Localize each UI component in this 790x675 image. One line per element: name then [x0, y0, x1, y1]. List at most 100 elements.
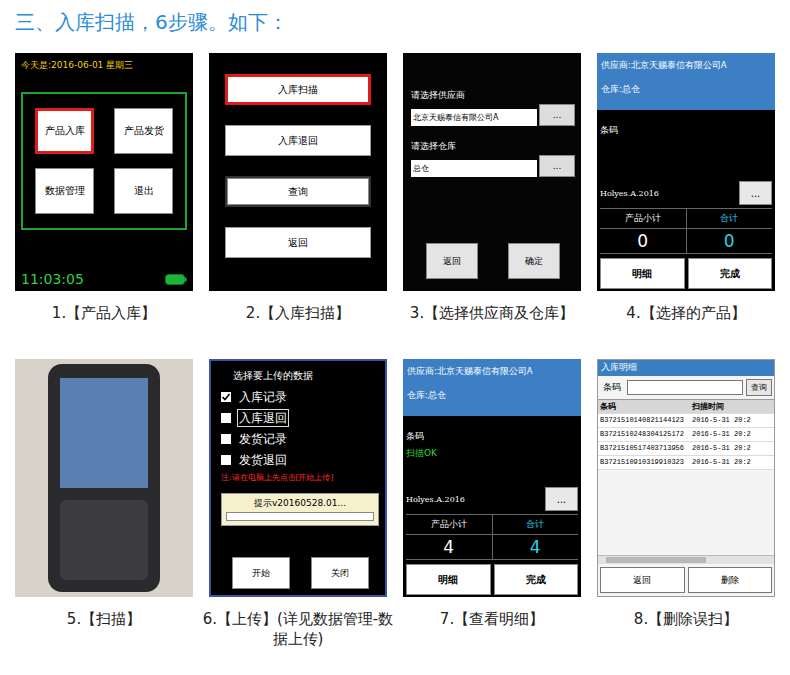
browse-button[interactable]: ... — [539, 155, 575, 177]
checkbox[interactable] — [221, 434, 231, 444]
progress-label: 提示v20160528.01... — [226, 497, 374, 510]
action-button[interactable]: 关闭 — [311, 557, 369, 589]
menu-button[interactable]: 数据管理 — [35, 168, 94, 214]
scan-screen: 供应商:北京天赐泰信有限公司A 仓库:总仓 条码 Holyes.A.2016 .… — [597, 53, 775, 291]
progress-dialog: 提示v20160528.01... — [221, 493, 379, 526]
checkbox[interactable] — [221, 455, 231, 465]
menu-button[interactable]: 退出 — [114, 168, 173, 214]
field: 请选择仓库 总仓 ... — [411, 140, 575, 177]
option[interactable]: 入库记录 — [221, 388, 379, 406]
action-button[interactable]: 返回 — [600, 567, 685, 593]
field-input[interactable]: 总仓 — [411, 160, 537, 177]
step: 供应商:北京天赐泰信有限公司A 仓库:总仓 条码 Holyes.A.2016 .… — [597, 53, 775, 359]
table-row[interactable]: B37215109103199103232016-5-31 20:2 — [598, 456, 774, 470]
field: 请选择供应商 北京天赐泰信有限公司A ... — [411, 89, 575, 126]
button-row: 明细完成 — [600, 258, 772, 289]
action-button[interactable]: 明细 — [600, 258, 685, 289]
search-button[interactable]: 查询 — [746, 379, 772, 396]
step-caption: 7.【查看明细】 — [395, 597, 589, 665]
step: 选择要上传的数据 入库记录 入库退回 发货记录 发货退回 注:请在电脑上先点击[… — [209, 359, 387, 665]
scan-header: 供应商:北京天赐泰信有限公司A 仓库:总仓 — [597, 53, 775, 110]
device-photo — [15, 359, 193, 597]
action-button[interactable]: 返回 — [426, 243, 478, 279]
step: 供应商:北京天赐泰信有限公司A 仓库:总仓 条码 扫描OK Holyes.A.2… — [403, 359, 581, 665]
menu-button[interactable]: 查询 — [225, 176, 371, 207]
menu-screen: 入库扫描入库退回查询返回 — [209, 53, 387, 291]
step-caption: 2.【入库扫描】 — [201, 291, 395, 359]
scan-status: 扫描OK — [406, 447, 578, 460]
option[interactable]: 发货记录 — [221, 430, 379, 448]
option-label: 入库记录 — [237, 388, 289, 406]
scan-body: 条码 Holyes.A.2016 ... 产品小计 0合计 0 明细完成 — [597, 110, 775, 291]
step: 入库扫描入库退回查询返回 2.【入库扫描】 — [209, 53, 387, 359]
table-row[interactable]: B37215102483041251722016-5-31 20:2 — [598, 428, 774, 442]
totals-header: 合计 — [493, 515, 579, 535]
table-cell: 2016-5-31 20:2 — [690, 428, 774, 441]
home-screen: 今天是:2016-06-01 星期三 产品入库产品发货数据管理退出 11:03:… — [15, 53, 193, 291]
action-button[interactable]: 完成 — [688, 258, 773, 289]
totals-column: 合计 4 — [492, 515, 579, 559]
table-row[interactable]: B37215101408211441232016-5-31 20:2 — [598, 414, 774, 428]
warehouse-label: 仓库:总仓 — [601, 84, 771, 96]
option-label: 发货退回 — [237, 451, 289, 469]
upload-heading: 选择要上传的数据 — [233, 369, 379, 383]
detail-screen: 入库明细 条码 查询 条码扫描时间 B372151014082114412320… — [597, 359, 775, 597]
search-input[interactable] — [627, 380, 743, 395]
scanner-device — [48, 364, 160, 592]
table-cell: 2016-5-31 20:2 — [690, 456, 774, 469]
step-caption: 6.【上传】(详见数据管理-数据上传) — [201, 597, 395, 665]
select-screen: 请选择供应商 北京天赐泰信有限公司A ...请选择仓库 总仓 ... 返回确定 — [403, 53, 581, 291]
product-button[interactable]: ... — [545, 487, 578, 511]
column-header: 条码 — [598, 400, 690, 413]
action-button[interactable]: 开始 — [232, 557, 290, 589]
action-button[interactable]: 删除 — [688, 567, 773, 593]
table-cell: 2016-5-31 20:2 — [690, 414, 774, 427]
menu-button[interactable]: 产品发货 — [114, 108, 173, 154]
menu-button[interactable]: 返回 — [225, 227, 371, 258]
action-button[interactable]: 明细 — [406, 564, 491, 595]
totals-column: 产品小计 0 — [600, 209, 686, 253]
product-button[interactable]: ... — [739, 181, 772, 205]
table-cell: B3721510910319910323 — [598, 456, 690, 469]
scroll-thumb[interactable] — [606, 557, 706, 563]
product-name: Holyes.A.2016 — [406, 495, 465, 504]
status-bar: 11:03:05 — [21, 271, 187, 287]
totals-header: 产品小计 — [406, 515, 492, 535]
field-row: 总仓 ... — [411, 155, 575, 177]
detail-table: 条码扫描时间 B37215101408211441232016-5-31 20:… — [598, 399, 774, 470]
table-row[interactable]: B37215105174037139562016-5-31 20:2 — [598, 442, 774, 456]
product-row: Holyes.A.2016 ... — [600, 181, 772, 205]
field-input[interactable]: 北京天赐泰信有限公司A — [411, 109, 537, 126]
browse-button[interactable]: ... — [539, 104, 575, 126]
search-row: 条码 查询 — [598, 376, 774, 399]
checkbox[interactable] — [221, 392, 231, 402]
action-button[interactable]: 确定 — [508, 243, 560, 279]
field-label: 请选择供应商 — [411, 89, 575, 102]
horizontal-scrollbar[interactable] — [598, 555, 774, 564]
totals-value: 0 — [600, 229, 686, 253]
option[interactable]: 入库退回 — [221, 409, 379, 427]
option[interactable]: 发货退回 — [221, 451, 379, 469]
option-label: 入库退回 — [237, 409, 289, 427]
check-icon — [221, 392, 231, 402]
totals-column: 产品小计 4 — [406, 515, 492, 559]
barcode-label: 条码 — [406, 430, 578, 443]
checkbox[interactable] — [221, 413, 231, 423]
totals-header: 合计 — [687, 209, 773, 229]
table-cell: B3721510517403713956 — [598, 442, 690, 455]
action-button[interactable]: 完成 — [494, 564, 579, 595]
menu-box: 产品入库产品发货数据管理退出 — [21, 92, 187, 230]
menu-button[interactable]: 产品入库 — [35, 108, 94, 154]
progress-bar — [226, 512, 374, 521]
step-caption: 4.【选择的产品】 — [589, 291, 783, 359]
table-cell: 2016-5-31 20:2 — [690, 442, 774, 455]
supplier-label: 供应商:北京天赐泰信有限公司A — [601, 60, 771, 72]
menu-button[interactable]: 入库扫描 — [225, 74, 371, 105]
device-screen — [60, 378, 148, 488]
upload-note: 注:请在电脑上先点击[开始上传] — [221, 473, 379, 483]
column-header: 扫描时间 — [690, 400, 774, 413]
scan-body: 条码 扫描OK Holyes.A.2016 ... 产品小计 4合计 4 明细完… — [403, 416, 581, 597]
search-label: 条码 — [600, 381, 624, 394]
menu-button[interactable]: 入库退回 — [225, 125, 371, 156]
scan-status — [600, 141, 772, 153]
